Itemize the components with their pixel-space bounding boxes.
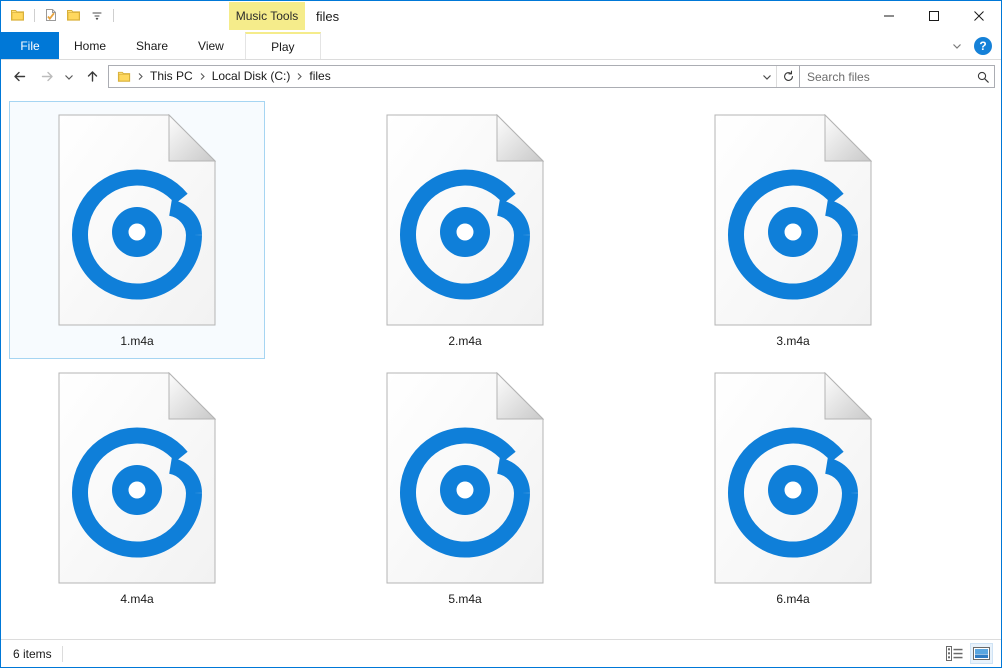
recent-locations-button[interactable] [59, 64, 79, 90]
close-button[interactable] [956, 1, 1001, 31]
status-bar: 6 items [1, 639, 1001, 667]
search-placeholder: Search files [807, 69, 870, 84]
tab-file[interactable]: File [1, 32, 59, 59]
item-count-label: 6 items [13, 646, 52, 661]
quick-access-toolbar [1, 1, 117, 29]
breadcrumb-chevron-icon[interactable] [135, 72, 146, 81]
folder-icon[interactable] [8, 5, 28, 25]
qat-separator-2 [113, 8, 114, 22]
music-tools-label: Music Tools [229, 2, 305, 30]
properties-icon[interactable] [41, 5, 61, 25]
search-input[interactable]: Search files [800, 65, 995, 88]
music-file-icon [386, 114, 544, 326]
breadcrumb-item-this-pc[interactable]: This PC [146, 66, 197, 87]
explorer-window: Music Tools files File Home Share View P… [0, 0, 1002, 668]
large-icons-view-icon[interactable] [970, 642, 993, 664]
file-item[interactable]: 2.m4a [337, 101, 593, 359]
back-button[interactable] [7, 64, 33, 90]
window-title: files [316, 9, 340, 24]
window-controls [866, 1, 1001, 31]
tab-share[interactable]: Share [121, 32, 183, 59]
music-file-icon [714, 372, 872, 584]
music-file-icon [386, 372, 544, 584]
file-name-label: 4.m4a [120, 592, 154, 606]
maximize-button[interactable] [911, 1, 956, 31]
forward-button[interactable] [33, 64, 59, 90]
address-bar: This PC Local Disk (C:) files Search fil… [1, 60, 1001, 93]
refresh-icon[interactable] [776, 66, 799, 87]
file-name-label: 2.m4a [448, 334, 482, 348]
customize-dropdown-icon[interactable] [87, 5, 107, 25]
file-grid: 1.m4a 2.m4a 3.m4a 4.m4a 5.m4a 6.m4a [9, 101, 1001, 617]
tab-view[interactable]: View [183, 32, 239, 59]
ribbon-tab-strip: File Home Share View Play ? [1, 32, 1001, 60]
file-name-label: 3.m4a [776, 334, 810, 348]
help-icon[interactable]: ? [974, 36, 992, 55]
file-item[interactable]: 4.m4a [9, 359, 265, 617]
breadcrumb[interactable]: This PC Local Disk (C:) files [108, 65, 800, 88]
file-item[interactable]: 6.m4a [665, 359, 921, 617]
details-view-icon[interactable] [943, 643, 966, 664]
minimize-button[interactable] [866, 1, 911, 31]
file-list-view[interactable]: 1.m4a 2.m4a 3.m4a 4.m4a 5.m4a 6.m4a [1, 93, 1001, 639]
tab-home[interactable]: Home [59, 32, 121, 59]
search-icon[interactable] [976, 66, 990, 87]
breadcrumb-chevron-icon[interactable] [294, 72, 305, 81]
file-item[interactable]: 1.m4a [9, 101, 265, 359]
file-item[interactable]: 3.m4a [665, 101, 921, 359]
breadcrumb-folder-icon [109, 69, 135, 84]
music-file-icon [58, 372, 216, 584]
breadcrumb-item-local-disk[interactable]: Local Disk (C:) [208, 66, 295, 87]
file-name-label: 1.m4a [120, 334, 154, 348]
file-name-label: 5.m4a [448, 592, 482, 606]
chevron-down-icon[interactable] [946, 35, 968, 57]
title-bar: Music Tools files [1, 1, 1001, 32]
view-toggle-group [943, 640, 993, 666]
ribbon-right-controls: ? [946, 32, 997, 59]
breadcrumb-chevron-icon[interactable] [197, 72, 208, 81]
new-folder-icon[interactable] [64, 5, 84, 25]
music-file-icon [58, 114, 216, 326]
contextual-tab-header: Music Tools [229, 2, 305, 32]
status-separator [61, 645, 63, 662]
breadcrumb-dropdown-icon[interactable] [757, 66, 777, 87]
breadcrumb-item-files[interactable]: files [305, 66, 334, 87]
file-name-label: 6.m4a [776, 592, 810, 606]
qat-separator-1 [34, 8, 35, 22]
file-item[interactable]: 5.m4a [337, 359, 593, 617]
up-button[interactable] [79, 64, 105, 90]
tab-play[interactable]: Play [244, 32, 321, 59]
music-file-icon [714, 114, 872, 326]
